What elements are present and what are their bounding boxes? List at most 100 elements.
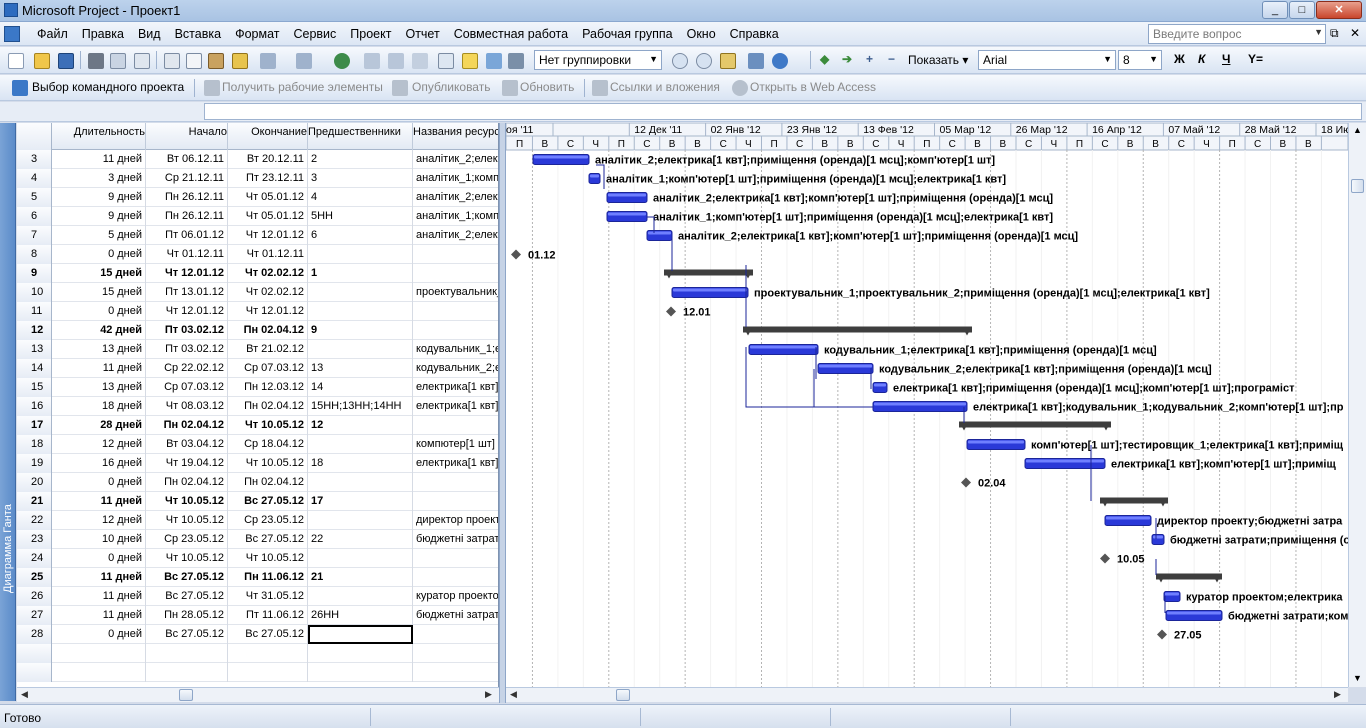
table-row[interactable]: 15 13 дней Ср 07.03.12 Пн 12.03.12 14 електри… (17, 378, 498, 397)
row-id[interactable]: 12 (17, 321, 52, 340)
row-id[interactable]: 6 (17, 207, 52, 226)
duration-cell[interactable]: 9 дней (52, 207, 146, 226)
resources-cell[interactable]: бюджетні затрати (413, 530, 498, 549)
copy-icon[interactable] (186, 53, 202, 69)
menu-item[interactable]: Справка (723, 27, 786, 41)
empty-cell[interactable] (17, 663, 52, 682)
link-tasks-icon[interactable] (364, 53, 380, 69)
chevron-down-icon[interactable]: ▼ (1314, 27, 1323, 37)
table-row[interactable]: 80 дней Чт 01.12.11 Чт 01.12.11 (17, 245, 498, 264)
resources-cell[interactable]: кодувальник_1;е (413, 340, 498, 359)
menu-item[interactable]: Проект (343, 27, 398, 41)
table-row[interactable]: 69 дней Пн 26.12.11 Чт 05.01.12 5НН аналітик… (17, 207, 498, 226)
new-icon[interactable] (8, 53, 24, 69)
duration-cell[interactable]: 0 дней (52, 302, 146, 321)
resources-cell[interactable] (413, 321, 498, 340)
predecessors-cell[interactable]: 12 (308, 416, 413, 435)
table-row[interactable]: 24 0 дней Чт 10.05.12 Чт 10.05.12 (17, 549, 498, 568)
ask-question-input[interactable]: Введите вопрос ▼ (1148, 24, 1326, 44)
scroll-left-icon[interactable]: ◀ (21, 689, 28, 700)
start-cell[interactable]: Вт 06.12.11 (146, 150, 228, 169)
menu-item[interactable]: Сервис (286, 27, 343, 41)
table-row[interactable]: 75 дней Пт 06.01.12 Чт 12.01.12 6 аналітик_2… (17, 226, 498, 245)
resources-cell[interactable]: аналітик_2;електрика (413, 150, 498, 169)
resources-cell[interactable]: електрика[1 квт] (413, 378, 498, 397)
predecessors-cell[interactable]: 15НН;13НН;14НН (308, 397, 413, 416)
gantt-vertical-scrollbar[interactable]: ▲ ▼ (1348, 123, 1366, 687)
finish-cell[interactable]: Чт 12.01.12 (228, 302, 308, 321)
table-row[interactable]: 18 12 дней Вт 03.04.12 Ср 18.04.12 компютер[… (17, 435, 498, 454)
duration-cell[interactable]: 10 дней (52, 530, 146, 549)
duration-cell[interactable]: 0 дней (52, 625, 146, 644)
finish-cell[interactable]: Чт 12.01.12 (228, 226, 308, 245)
start-cell[interactable]: Пн 26.12.11 (146, 207, 228, 226)
duration-cell[interactable]: 0 дней (52, 245, 146, 264)
menu-item[interactable]: Окно (680, 27, 723, 41)
row-id[interactable]: 4 (17, 169, 52, 188)
entry-field[interactable] (204, 103, 1362, 120)
open-web-access-button[interactable]: Открыть в Web Access (750, 80, 876, 94)
header-duration[interactable]: Длительность (52, 123, 146, 150)
table-row[interactable]: 9 15 дней Чт 12.01.12 Чт 02.02.12 1 (17, 264, 498, 283)
finish-cell[interactable]: Вт 21.02.12 (228, 340, 308, 359)
resources-cell[interactable]: аналітик_1;компютер (413, 169, 498, 188)
start-cell[interactable]: Чт 10.05.12 (146, 511, 228, 530)
header-resources[interactable]: Названия ресурс (413, 123, 498, 150)
table-row[interactable]: 14 11 дней Ср 22.02.12 Ср 07.03.12 13 кодувал… (17, 359, 498, 378)
table-row[interactable]: 28 0 дней Вс 27.05.12 Вс 27.05.12 (17, 625, 498, 644)
finish-cell[interactable]: Чт 05.01.12 (228, 188, 308, 207)
header-start[interactable]: Начало (146, 123, 228, 150)
maximize-button[interactable]: □ (1289, 1, 1315, 19)
help-icon[interactable] (772, 53, 788, 69)
underline-button[interactable]: Ч (1222, 52, 1230, 66)
view-bar[interactable]: Диаграмма Ганта (0, 123, 16, 701)
predecessors-cell[interactable]: 18 (308, 454, 413, 473)
header-predecessors[interactable]: Предшественники (308, 123, 413, 150)
table-row[interactable]: 22 12 дней Чт 10.05.12 Ср 23.05.12 директор … (17, 511, 498, 530)
undo-icon[interactable] (260, 53, 276, 69)
table-row[interactable]: 43 дней Ср 21.12.11 Пт 23.12.11 3 аналітик_1… (17, 169, 498, 188)
start-cell[interactable]: Пт 03.02.12 (146, 321, 228, 340)
insert-hyperlink-icon[interactable] (334, 53, 350, 69)
predecessors-cell[interactable] (308, 625, 413, 644)
get-work-items-button[interactable]: Получить рабочие элементы (222, 80, 383, 94)
finish-cell[interactable]: Ср 07.03.12 (228, 359, 308, 378)
predecessors-cell[interactable] (308, 245, 413, 264)
predecessors-cell[interactable] (308, 549, 413, 568)
resources-cell[interactable] (413, 625, 498, 644)
empty-cell[interactable] (17, 644, 52, 663)
resources-cell[interactable]: директор проекту (413, 511, 498, 530)
table-row[interactable]: 19 16 дней Чт 19.04.12 Чт 10.05.12 18 електри… (17, 454, 498, 473)
print-preview-icon[interactable] (110, 53, 126, 69)
table-row[interactable]: 11 0 дней Чт 12.01.12 Чт 12.01.12 (17, 302, 498, 321)
table-row[interactable]: 20 0 дней Пн 02.04.12 Пн 02.04.12 (17, 473, 498, 492)
scroll-up-icon[interactable]: ▲ (1353, 125, 1362, 135)
duration-cell[interactable]: 11 дней (52, 150, 146, 169)
resources-cell[interactable] (413, 264, 498, 283)
start-cell[interactable]: Ср 21.12.11 (146, 169, 228, 188)
save-icon[interactable] (58, 53, 74, 69)
row-id[interactable]: 18 (17, 435, 52, 454)
predecessors-cell[interactable]: 3 (308, 169, 413, 188)
resources-cell[interactable]: електрика[1 квт] (413, 454, 498, 473)
row-id[interactable]: 14 (17, 359, 52, 378)
predecessors-cell[interactable]: 9 (308, 321, 413, 340)
start-cell[interactable]: Ср 22.02.12 (146, 359, 228, 378)
finish-cell[interactable]: Вс 27.05.12 (228, 625, 308, 644)
font-select[interactable]: Arial ▼ (978, 50, 1116, 70)
predecessors-cell[interactable] (308, 302, 413, 321)
split-bar[interactable] (499, 123, 506, 703)
finish-cell[interactable]: Пн 02.04.12 (228, 473, 308, 492)
table-horizontal-scrollbar[interactable]: ◀ ▶ (17, 687, 499, 702)
finish-cell[interactable]: Ср 18.04.12 (228, 435, 308, 454)
zoom-in-icon[interactable] (672, 53, 688, 69)
finish-cell[interactable]: Ср 23.05.12 (228, 511, 308, 530)
resources-cell[interactable] (413, 568, 498, 587)
empty-cell[interactable] (308, 663, 413, 682)
redo-icon[interactable] (296, 53, 312, 69)
resources-cell[interactable]: компютер[1 шт] (413, 435, 498, 454)
predecessors-cell[interactable]: 2 (308, 150, 413, 169)
print-icon[interactable] (88, 53, 104, 69)
start-cell[interactable]: Чт 10.05.12 (146, 549, 228, 568)
duration-cell[interactable]: 15 дней (52, 264, 146, 283)
